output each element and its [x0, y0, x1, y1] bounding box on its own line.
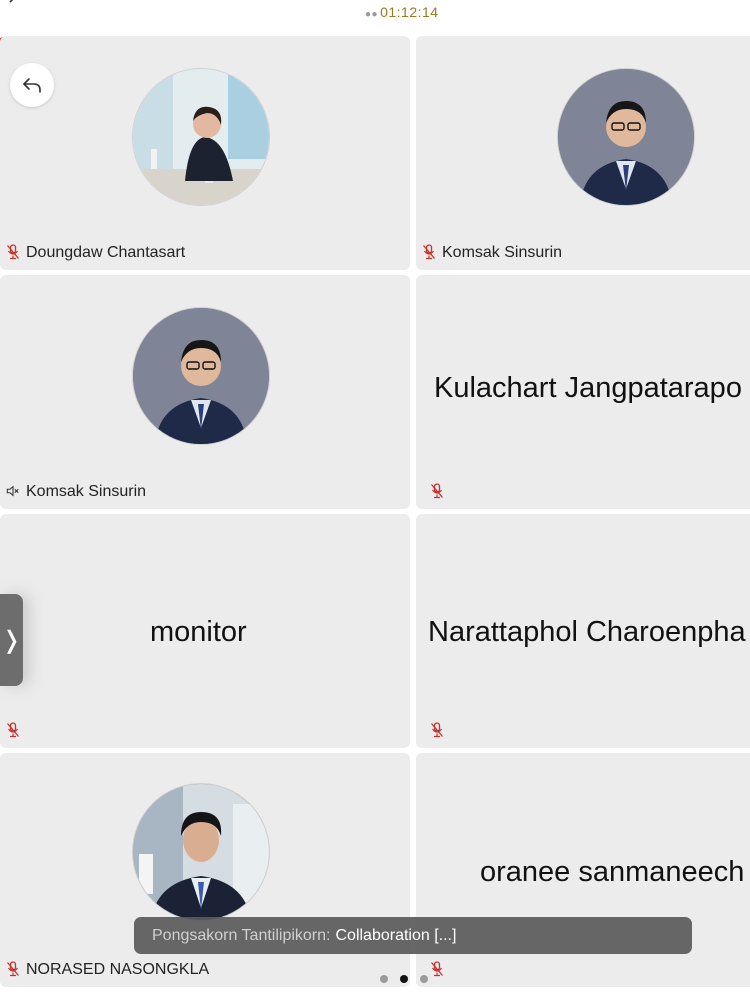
page-indicator [380, 975, 428, 983]
participant-avatar [132, 783, 270, 921]
mic-muted-icon [431, 483, 443, 499]
side-panel-toggle[interactable]: ❭ [0, 594, 23, 686]
mic-muted-icon [431, 722, 443, 738]
participant-display-name: Kulachart Jangpatarapo [434, 371, 742, 404]
dots-icon: ●● [365, 9, 379, 20]
chevron-left-icon[interactable] [6, 0, 20, 8]
participant-tile[interactable]: Doungdaw Chantasart [0, 36, 410, 270]
page-dot[interactable] [380, 975, 388, 983]
participant-tile[interactable]: Komsak Sinsurin [416, 36, 750, 270]
chat-message-toast[interactable]: Pongsakorn Tantilipikorn: Collaboration … [134, 917, 692, 954]
speaker-muted-icon [6, 485, 19, 497]
participant-display-name: monitor [150, 615, 247, 648]
meeting-timer: ●● 01:12:14 [365, 4, 439, 20]
participant-name: NORASED NASONGKLA [26, 961, 210, 978]
participant-tile[interactable]: Komsak Sinsurin [0, 275, 410, 509]
page-dot[interactable] [420, 975, 428, 983]
participant-tile[interactable]: Narattaphol Charoenpha [416, 514, 750, 748]
mic-muted-icon [7, 961, 19, 977]
mic-muted-icon [7, 244, 19, 260]
participant-avatar [132, 307, 270, 445]
back-arrow-icon [23, 78, 41, 93]
participant-tile[interactable]: Kulachart Jangpatarapo [416, 275, 750, 509]
chat-message: Collaboration [...] [335, 926, 457, 944]
participant-name: Komsak Sinsurin [442, 244, 563, 261]
mic-muted-icon [7, 722, 19, 738]
back-button[interactable] [10, 63, 54, 107]
page-dot-active[interactable] [400, 975, 408, 983]
participant-avatar [132, 68, 270, 206]
mic-muted-icon [431, 961, 443, 977]
participant-name: Doungdaw Chantasart [26, 244, 186, 261]
chevron-right-icon: ❭ [1, 626, 22, 654]
mic-muted-icon [423, 244, 435, 260]
participant-name: Komsak Sinsurin [26, 483, 147, 500]
top-bar: ●● 01:12:14 [0, 0, 750, 34]
participant-tile[interactable]: monitor [0, 514, 410, 748]
participant-avatar [557, 68, 695, 206]
chat-sender: Pongsakorn Tantilipikorn: [152, 926, 331, 944]
participant-display-name: Narattaphol Charoenpha [428, 615, 746, 648]
elapsed-time: 01:12:14 [380, 4, 439, 20]
